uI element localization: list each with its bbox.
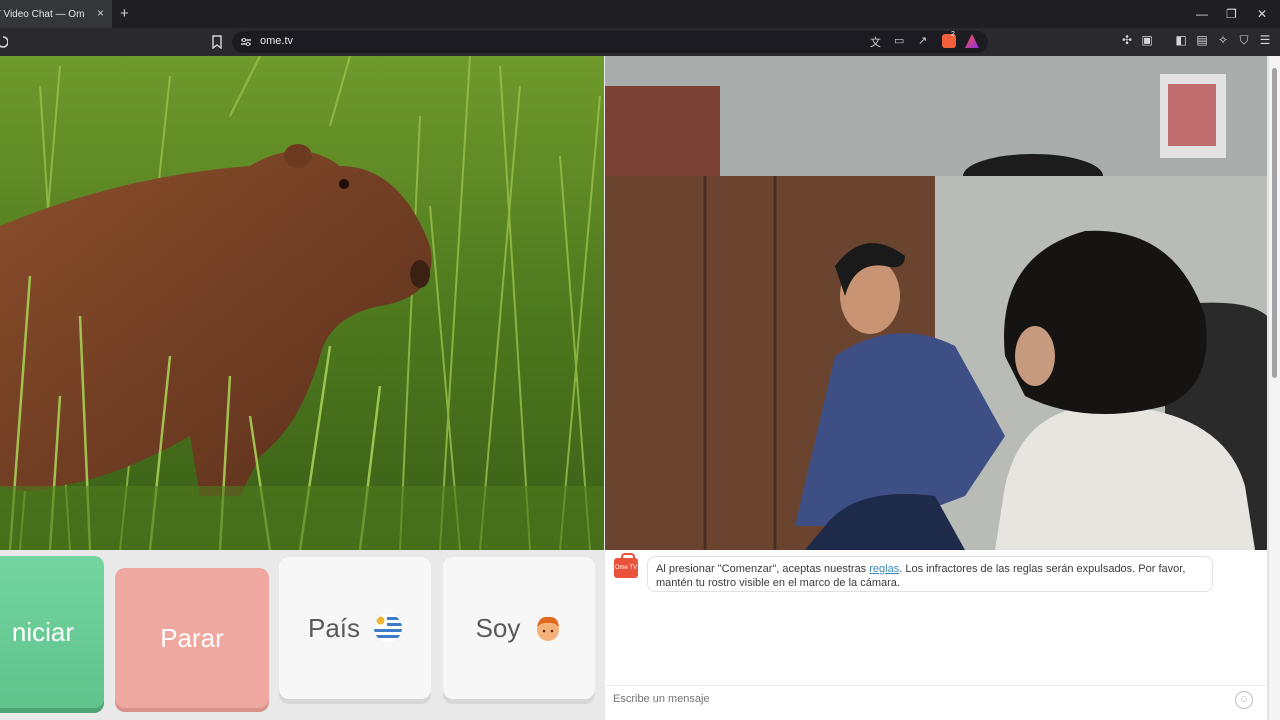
stop-button-label: Parar xyxy=(160,622,224,653)
extensions-icon[interactable]: ✣ xyxy=(1120,33,1134,47)
address-bar[interactable]: ome.tv 文 ▭ ↗ 2 xyxy=(232,31,988,53)
leo-ai-icon[interactable]: ✧ xyxy=(1216,33,1230,47)
menu-icon[interactable]: ☰ xyxy=(1258,33,1272,47)
wallet-icon[interactable]: ▤ xyxy=(1195,33,1209,47)
capybara-image xyxy=(0,56,604,550)
new-tab-icon[interactable]: + xyxy=(120,5,129,22)
share-icon[interactable]: ↗ xyxy=(918,34,927,47)
minimize-icon[interactable]: — xyxy=(1196,7,1208,21)
ometv-logo-icon: Ome TV xyxy=(614,553,638,578)
maximize-icon[interactable]: ❐ xyxy=(1226,7,1237,21)
screenshot-icon[interactable]: ▣ xyxy=(1140,33,1154,47)
page-scrollbar[interactable] xyxy=(1268,56,1280,720)
remote-camera-feed xyxy=(605,56,1267,550)
rewards-icon[interactable] xyxy=(965,34,979,48)
local-video xyxy=(0,56,604,550)
rules-link[interactable]: reglas xyxy=(869,563,899,575)
browser-toolbar: ome.tv 文 ▭ ↗ 2 ✣ ▣ ◧ ▤ ✧ ⛉ ☰ xyxy=(0,28,1280,56)
uruguay-flag-icon xyxy=(374,614,403,642)
scrollbar-thumb[interactable] xyxy=(1272,68,1277,378)
shield-badge: 2 xyxy=(951,31,955,38)
gender-button-label: Soy xyxy=(475,612,521,643)
tab-strip: V Video Chat — Omegl × + — ❐ ✕ xyxy=(0,0,1280,28)
rules-notice: Al presionar "Comenzar", aceptas nuestra… xyxy=(647,556,1213,592)
cast-icon[interactable]: ▭ xyxy=(894,34,904,47)
start-button[interactable]: niciar xyxy=(0,556,104,708)
tab-title: V Video Chat — Omegl xyxy=(0,8,84,20)
reload-icon[interactable] xyxy=(0,35,8,49)
sidebar-icon[interactable]: ◧ xyxy=(1174,33,1188,47)
stop-button[interactable]: Parar xyxy=(115,568,269,708)
vpn-icon[interactable]: ⛉ xyxy=(1237,33,1251,47)
boy-face-icon xyxy=(534,614,562,642)
url-text: ome.tv xyxy=(260,35,294,47)
chat-panel: Ome TV Al presionar "Comenzar", aceptas … xyxy=(605,550,1267,720)
window-close-icon[interactable]: ✕ xyxy=(1257,7,1267,21)
remote-video xyxy=(605,56,1267,550)
emoji-icon[interactable]: ☺ xyxy=(1235,691,1253,709)
bookmark-icon[interactable] xyxy=(211,35,223,49)
browser-tab[interactable]: V Video Chat — Omegl × xyxy=(0,0,112,28)
message-input[interactable] xyxy=(613,693,1213,705)
gender-button[interactable]: Soy xyxy=(443,557,595,699)
tab-close-icon[interactable]: × xyxy=(97,6,104,20)
country-button[interactable]: País xyxy=(279,557,431,699)
translate-icon[interactable]: 文 xyxy=(870,34,881,50)
message-bar: ☺ xyxy=(605,685,1267,713)
notice-text-start: Al presionar "Comenzar", aceptas nuestra… xyxy=(656,563,870,575)
country-button-label: País xyxy=(307,612,361,643)
start-button-label: niciar xyxy=(11,616,75,647)
site-settings-icon[interactable] xyxy=(240,36,252,48)
